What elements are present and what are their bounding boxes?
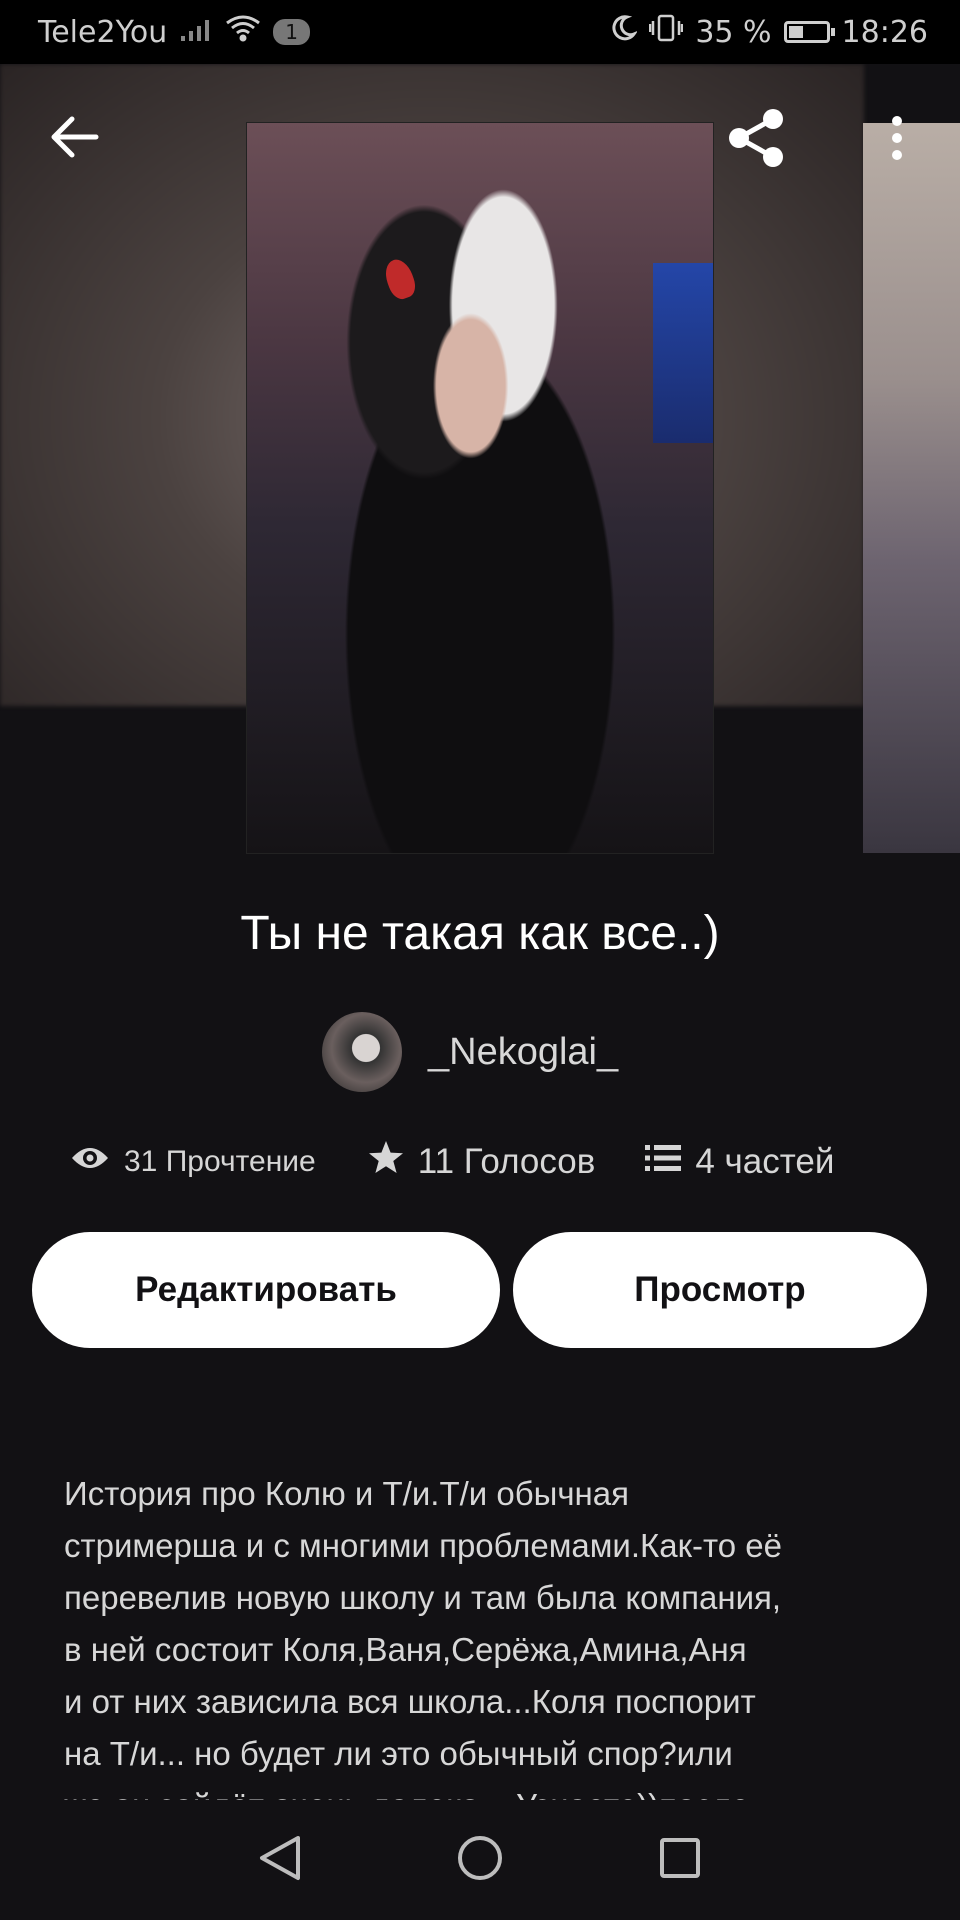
system-navigation-bar	[0, 1800, 960, 1920]
next-book-cover-image[interactable]	[863, 123, 960, 853]
description-line: на Т/и... но будет ли это обычный спор?и…	[64, 1735, 733, 1772]
description-line: История про Колю и Т/и.Т/и обычная	[64, 1475, 629, 1512]
cover-detail-light	[653, 263, 713, 443]
book-description: История про Колю и Т/и.Т/и обычная стрим…	[64, 1468, 904, 1808]
notification-badge: 1	[273, 19, 311, 45]
share-icon	[723, 105, 789, 176]
author-link[interactable]: _Nekoglai_	[322, 1012, 618, 1092]
author-name[interactable]: _Nekoglai_	[428, 1031, 618, 1074]
more-vertical-icon	[890, 114, 904, 167]
eye-icon	[70, 1144, 110, 1180]
square-recents-icon	[658, 1836, 702, 1885]
signal-icon	[179, 15, 213, 50]
votes-count: 11 Голосов	[417, 1141, 596, 1181]
description-line: и от них зависила вся школа...Коля поспо…	[64, 1683, 756, 1720]
battery-icon	[783, 21, 835, 43]
reads-count: 31 Прочтение	[124, 1144, 316, 1178]
battery-percent: 35 %	[695, 14, 772, 50]
moon-icon	[609, 14, 639, 50]
nav-home-button[interactable]	[440, 1820, 520, 1900]
description-line: перевелив новую школу и там была компани…	[64, 1579, 782, 1616]
circle-home-icon	[456, 1834, 504, 1887]
more-options-button[interactable]	[872, 104, 922, 176]
clock: 18:26	[841, 14, 928, 50]
preview-button[interactable]: Просмотр	[513, 1232, 927, 1348]
star-icon	[368, 1140, 404, 1183]
nav-recents-button[interactable]	[640, 1820, 720, 1900]
book-stats: 31 Прочтение 11 Голосов 4 частей	[70, 1140, 910, 1183]
description-line: в ней состоит Коля,Ваня,Серёжа,Амина,Аня	[64, 1631, 747, 1668]
status-bar: Tele2You 1 35 % 18:26	[0, 0, 960, 64]
nav-back-button[interactable]	[240, 1820, 320, 1900]
parts-stat[interactable]: 4 частей	[645, 1142, 834, 1182]
status-bar-left: Tele2You 1	[38, 14, 311, 50]
description-line: стримерша и с многими проблемами.Как-то …	[64, 1527, 782, 1564]
reads-stat: 31 Прочтение	[70, 1144, 316, 1180]
list-icon	[645, 1142, 682, 1182]
parts-count[interactable]: 4 частей	[695, 1142, 834, 1182]
wifi-icon	[225, 14, 261, 50]
cover-detail-horn	[380, 255, 420, 303]
carrier-name: Tele2You	[38, 14, 168, 50]
status-bar-right: 35 % 18:26	[609, 13, 928, 51]
book-cover-image[interactable]	[247, 123, 713, 853]
avatar[interactable]	[322, 1012, 402, 1092]
votes-stat: 11 Голосов	[368, 1140, 596, 1183]
vibrate-icon	[649, 13, 684, 51]
arrow-left-icon	[50, 115, 100, 164]
cover-carousel[interactable]	[0, 64, 960, 858]
book-title: Ты не такая как все..)	[240, 907, 720, 960]
edit-button[interactable]: Редактировать	[32, 1232, 500, 1348]
back-button[interactable]	[40, 104, 110, 174]
share-button[interactable]	[720, 104, 792, 176]
triangle-back-icon	[258, 1834, 302, 1887]
